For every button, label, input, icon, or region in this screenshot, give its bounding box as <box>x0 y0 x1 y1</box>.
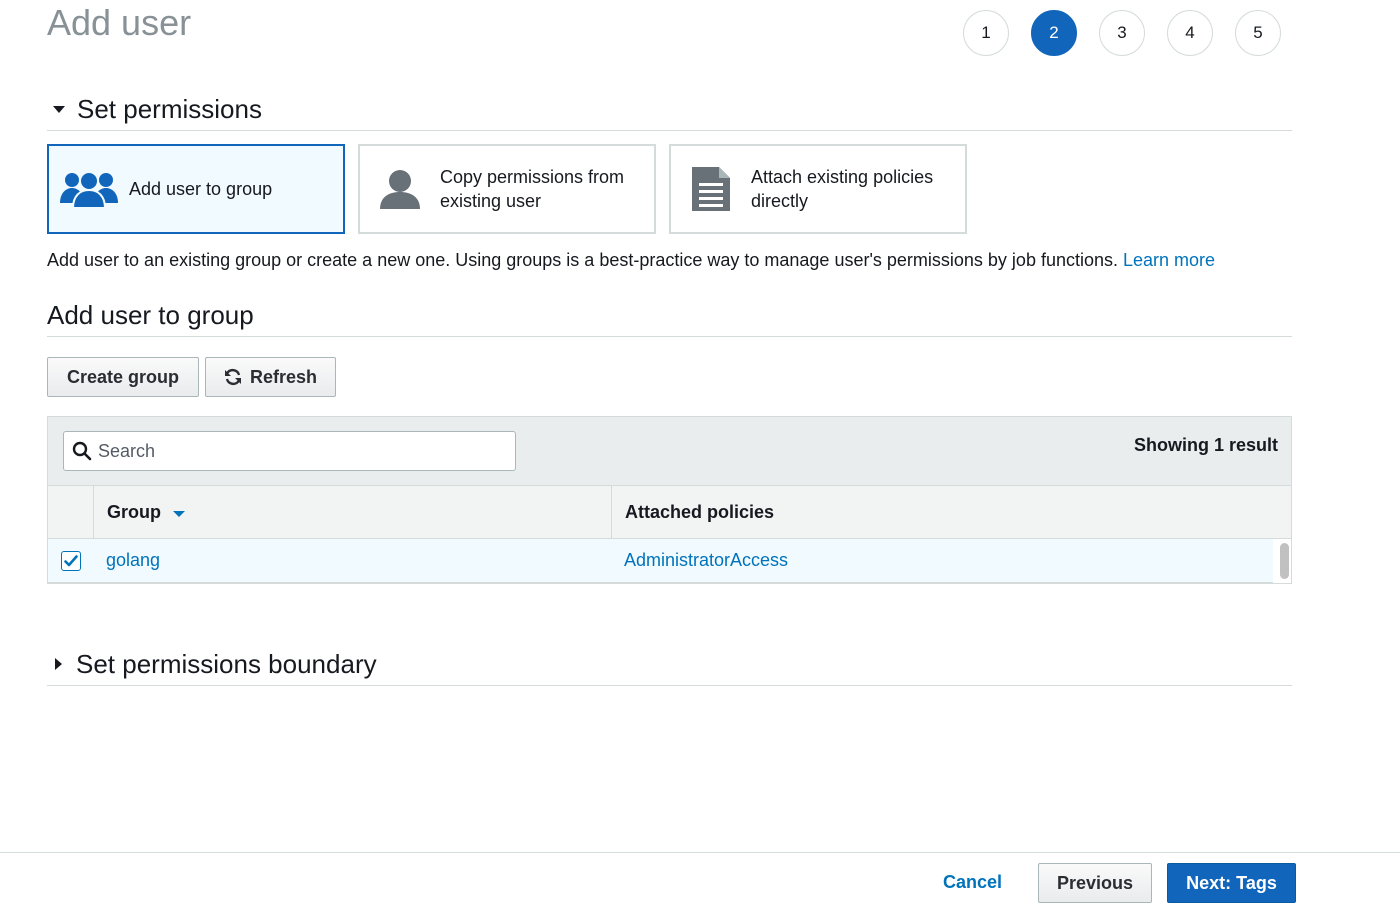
caret-down-icon <box>53 105 65 113</box>
policy-link[interactable]: AdministratorAccess <box>624 550 788 571</box>
group-name-link[interactable]: golang <box>106 550 160 571</box>
document-icon <box>671 166 751 212</box>
sort-down-icon <box>173 510 185 517</box>
wizard-footer: Cancel Previous Next: Tags <box>0 852 1400 910</box>
column-header-policies: Attached policies <box>625 501 775 522</box>
result-count: Showing 1 result <box>1133 435 1278 455</box>
option-label: Add user to group <box>129 179 273 199</box>
set-permissions-boundary-title: Set permissions boundary <box>76 648 377 679</box>
next-tags-button[interactable]: Next: Tags <box>1167 863 1296 903</box>
groups-table: Showing 1 result Group Attached policies… <box>47 416 1292 584</box>
step-1[interactable]: 1 <box>963 10 1009 56</box>
table-row[interactable]: golang AdministratorAccess <box>48 539 1273 583</box>
create-group-button[interactable]: Create group <box>47 357 199 397</box>
step-3[interactable]: 3 <box>1099 10 1145 56</box>
checkmark-icon <box>64 555 78 567</box>
users-group-icon <box>49 169 129 209</box>
table-header: Group Attached policies <box>48 485 1291 539</box>
table-scrollbar[interactable] <box>1280 543 1289 579</box>
wizard-steps: 1 2 3 4 5 <box>963 10 1303 56</box>
user-icon <box>360 169 440 209</box>
search-icon <box>72 441 92 461</box>
option-attach-policies[interactable]: Attach existing policies directly <box>669 144 967 234</box>
add-user-to-group-title: Add user to group <box>47 299 254 330</box>
previous-button[interactable]: Previous <box>1038 863 1152 903</box>
option-copy-permissions[interactable]: Copy permissions from existing user <box>358 144 656 234</box>
set-permissions-boundary-header[interactable]: Set permissions boundary <box>47 643 1292 686</box>
option-label: Attach existing policies directly <box>751 167 934 211</box>
column-divider <box>611 486 612 538</box>
page-title: Add user <box>47 2 192 43</box>
column-divider <box>93 486 94 538</box>
column-header-group[interactable]: Group <box>107 486 185 538</box>
caret-right-icon <box>55 658 62 670</box>
add-user-to-group-header: Add user to group <box>47 294 1292 337</box>
set-permissions-title: Set permissions <box>77 93 262 124</box>
step-5[interactable]: 5 <box>1235 10 1281 56</box>
refresh-button[interactable]: Refresh <box>205 357 336 397</box>
table-toolbar: Showing 1 result <box>48 417 1291 485</box>
cancel-link[interactable]: Cancel <box>943 872 1002 893</box>
search-input[interactable] <box>98 440 498 462</box>
option-add-user-to-group[interactable]: Add user to group <box>47 144 345 234</box>
refresh-icon <box>224 368 242 386</box>
set-permissions-header[interactable]: Set permissions <box>47 88 1292 131</box>
search-box[interactable] <box>63 431 516 471</box>
step-2-active[interactable]: 2 <box>1031 10 1077 56</box>
learn-more-link[interactable]: Learn more <box>1123 250 1215 270</box>
row-checkbox[interactable] <box>61 551 81 571</box>
option-label: Copy permissions from existing user <box>440 167 625 211</box>
step-4[interactable]: 4 <box>1167 10 1213 56</box>
permissions-description: Add user to an existing group or create … <box>47 250 1216 270</box>
